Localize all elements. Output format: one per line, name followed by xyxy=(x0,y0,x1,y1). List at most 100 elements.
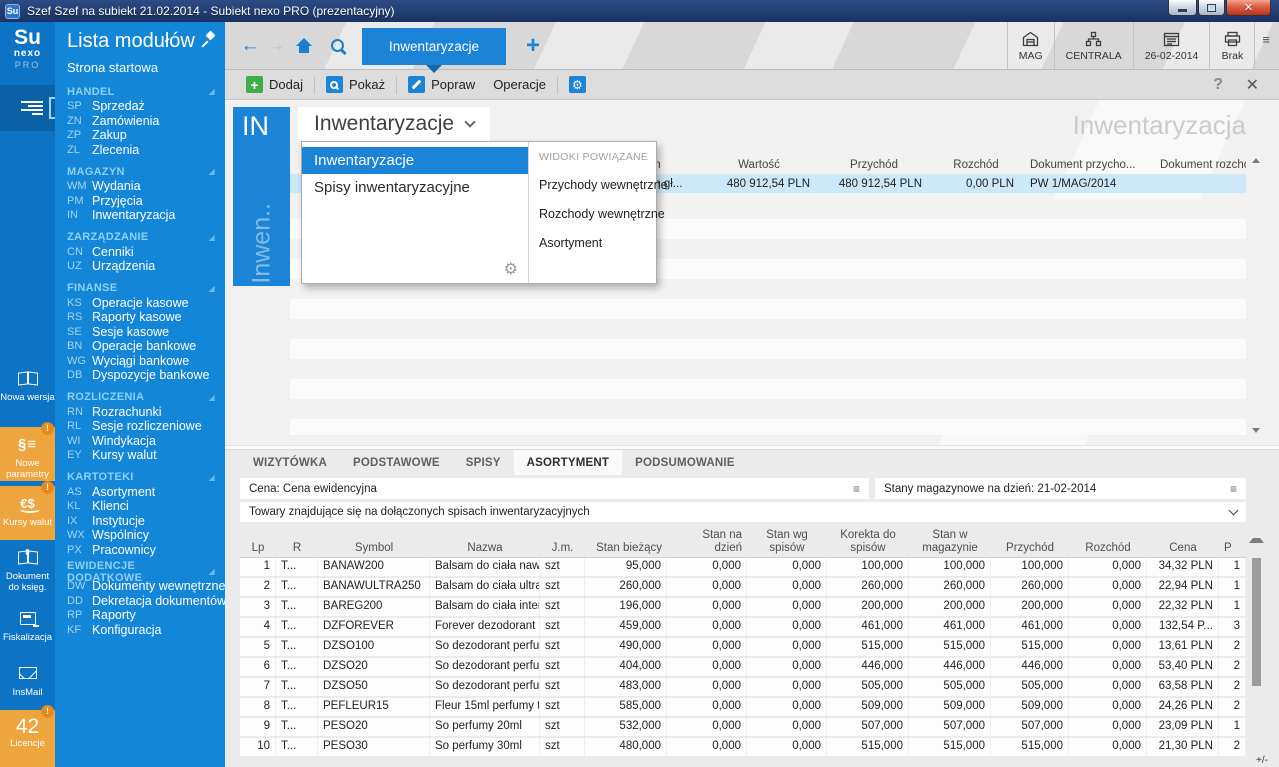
restore-button[interactable] xyxy=(1198,0,1225,16)
sidebar-item-ey[interactable]: EYKursy walut xyxy=(55,448,225,463)
forward-button[interactable]: → xyxy=(263,35,289,57)
sidebar-item-dd[interactable]: DDDekretacja dokumentów xyxy=(55,594,225,609)
sidebar-item-rp[interactable]: RPRaporty xyxy=(55,608,225,623)
column-header[interactable]: Nazwa xyxy=(430,542,540,555)
module-section-header[interactable]: EWIDENCJE DODATKOWE◢ xyxy=(55,564,225,579)
related-view-item[interactable]: Przychody wewnętrzne xyxy=(539,178,668,192)
sidebar-item-db[interactable]: DBDyspozycje bankowe xyxy=(55,368,225,383)
sidebar-item-rs[interactable]: RSRaporty kasowe xyxy=(55,310,225,325)
column-header[interactable]: Dokument rozchod... xyxy=(1152,156,1246,174)
module-section-header[interactable]: MAGAZYN◢ xyxy=(55,164,225,179)
sidebar-item-in[interactable]: INInwentaryzacja xyxy=(55,208,225,223)
table-row[interactable]: 9T...PESO20So perfumy 20mlszt532,0000,00… xyxy=(240,718,1246,736)
column-header[interactable]: Wartość xyxy=(700,156,818,174)
column-header[interactable]: R xyxy=(276,542,318,555)
rail-item-kursy-walut[interactable]: ! €$ Kursy walut xyxy=(0,486,55,540)
column-header[interactable]: Stan wg spisów xyxy=(747,529,827,554)
module-section-header[interactable]: ZARZĄDZANIE◢ xyxy=(55,230,225,245)
sidebar-item-wx[interactable]: WXWspólnicy xyxy=(55,528,225,543)
column-header[interactable]: Symbol xyxy=(318,542,430,555)
column-header[interactable]: Dokument przycho... xyxy=(1022,156,1152,174)
column-header[interactable]: Stan w magazynie xyxy=(909,529,991,554)
tab-podstawowe[interactable]: PODSTAWOWE xyxy=(340,450,453,475)
column-header[interactable]: Rozchód xyxy=(930,156,1022,174)
tab-podsumowanie[interactable]: PODSUMOWANIE xyxy=(622,450,748,475)
table-row[interactable]: 8T...PEFLEUR15Fleur 15ml perfumy toal...… xyxy=(240,698,1246,716)
rail-item-insmail[interactable]: InsMail xyxy=(0,661,55,698)
help-button[interactable]: ? xyxy=(1213,76,1223,94)
sidebar-item-kf[interactable]: KFKonfiguracja xyxy=(55,623,225,638)
scroll-up-icon[interactable] xyxy=(1252,158,1260,163)
sidebar-item-sp[interactable]: SPSprzedaż xyxy=(55,99,225,114)
options-icon[interactable]: ≡ xyxy=(853,482,860,496)
price-filter[interactable]: Cena: Cena ewidencyjna ≡ xyxy=(240,478,869,499)
scroll-thumb[interactable] xyxy=(1252,558,1261,686)
table-row[interactable]: 3T...BAREG200Balsam do ciała intensy...s… xyxy=(240,598,1246,616)
related-view-item[interactable]: Asortyment xyxy=(539,236,668,250)
column-header[interactable]: Lp xyxy=(240,542,276,555)
sidebar-item-zl[interactable]: ZLZlecenia xyxy=(55,143,225,158)
scroll-down-icon[interactable] xyxy=(1252,428,1260,433)
sidebar-item-as[interactable]: ASAsortyment xyxy=(55,485,225,500)
sidebar-item-rn[interactable]: RNRozrachunki xyxy=(55,405,225,420)
sidebar-item-wi[interactable]: WIWindykacja xyxy=(55,434,225,449)
new-tab-button[interactable]: + xyxy=(526,32,540,60)
table-row[interactable]: 4T...DZFOREVERForever dezodorant 100...s… xyxy=(240,618,1246,636)
sidebar-item-rl[interactable]: RLSesje rozliczeniowe xyxy=(55,419,225,434)
stock-date-filter[interactable]: Stany magazynowe na dzień: 21-02-2014 ≡ xyxy=(875,478,1246,499)
module-section-header[interactable]: FINANSE◢ xyxy=(55,281,225,296)
sidebar-item-uz[interactable]: UZUrządzenia xyxy=(55,259,225,274)
sidebar-item-wg[interactable]: WGWyciągi bankowe xyxy=(55,354,225,369)
printer-selector[interactable]: Brak xyxy=(1209,22,1255,70)
date-selector[interactable]: 26-02-2014 xyxy=(1133,22,1210,70)
sidebar-item-cn[interactable]: CNCenniki xyxy=(55,245,225,260)
related-view-item[interactable]: Rozchody wewnętrzne xyxy=(539,207,668,221)
module-section-header[interactable]: HANDEL◢ xyxy=(55,84,225,99)
back-button[interactable]: ← xyxy=(237,35,263,57)
column-header[interactable]: Przychód xyxy=(818,156,930,174)
sidebar-item-bn[interactable]: BNOperacje bankowe xyxy=(55,339,225,354)
sidebar-item-strona-startowa[interactable]: Strona startowa xyxy=(55,55,225,77)
sidebar-item-px[interactable]: PXPracownicy xyxy=(55,543,225,558)
rail-item-nowa-wersja[interactable]: Nowa wersja xyxy=(0,366,55,403)
column-header[interactable]: P xyxy=(1219,542,1246,555)
table-row[interactable]: 5T...DZSO100So dezodorant perfumo...szt4… xyxy=(240,638,1246,656)
options-icon[interactable]: ≡ xyxy=(1230,482,1237,496)
sidebar-item-pm[interactable]: PMPrzyjęcia xyxy=(55,194,225,209)
show-button[interactable]: Pokaż xyxy=(317,70,394,99)
rail-item-dokument-do-ksieg[interactable]: 0 Dokument do księg. xyxy=(0,545,55,593)
column-header[interactable]: Rozchód xyxy=(1069,542,1147,555)
settings-button[interactable]: ⚙ xyxy=(560,70,595,99)
sidebar-item-wm[interactable]: WMWydania xyxy=(55,179,225,194)
status-menu-icon[interactable]: ≡ xyxy=(1255,32,1279,59)
scope-select[interactable]: Towary znajdujące się na dołączonych spi… xyxy=(240,502,1246,522)
close-view-button[interactable]: ✕ xyxy=(1246,75,1259,95)
module-section-header[interactable]: KARTOTEKI◢ xyxy=(55,470,225,485)
column-header[interactable]: Przychód xyxy=(991,542,1069,555)
edit-button[interactable]: Popraw xyxy=(399,70,484,99)
modules-rail-button[interactable] xyxy=(0,85,55,131)
add-button[interactable]: + Dodaj xyxy=(237,70,312,99)
table-row[interactable]: 1T...BANAW200Balsam do ciała nawilżaj...… xyxy=(240,558,1246,576)
detail-scrollbar[interactable] xyxy=(1249,536,1264,751)
sidebar-item-dw[interactable]: DWDokumenty wewnętrzne xyxy=(55,579,225,594)
tab-asortyment[interactable]: ASORTYMENT xyxy=(514,450,623,475)
column-header[interactable]: Korekta do spisów xyxy=(827,529,909,554)
column-header[interactable]: Stan na dzień xyxy=(667,529,747,554)
tab-inwentaryzacje[interactable]: Inwentaryzacje xyxy=(362,28,506,65)
rail-item-licencje[interactable]: ! 42 Licencje xyxy=(0,710,55,767)
warehouse-selector[interactable]: MAG xyxy=(1007,22,1054,70)
tab-wizytówka[interactable]: WIZYTÓWKA xyxy=(240,450,340,475)
table-row[interactable]: 6T...DZSO20So dezodorant perfumo...szt40… xyxy=(240,658,1246,676)
menu-item[interactable]: Spisy inwentaryzacyjne xyxy=(302,174,528,201)
sidebar-item-zp[interactable]: ZPZakup xyxy=(55,128,225,143)
sidebar-item-ks[interactable]: KSOperacje kasowe xyxy=(55,296,225,311)
table-row[interactable]: 7T...DZSO50So dezodorant perfumo...szt48… xyxy=(240,678,1246,696)
search-icon[interactable] xyxy=(331,39,344,52)
sidebar-item-ix[interactable]: IXInstytucje xyxy=(55,514,225,529)
rail-item-nowe-parametry[interactable]: ! §≡ Nowe parametry xyxy=(0,427,55,481)
sidebar-item-kl[interactable]: KLKlienci xyxy=(55,499,225,514)
list-scrollbar[interactable] xyxy=(1248,158,1263,433)
home-icon[interactable] xyxy=(295,38,313,53)
column-header[interactable]: J.m. xyxy=(540,542,585,555)
